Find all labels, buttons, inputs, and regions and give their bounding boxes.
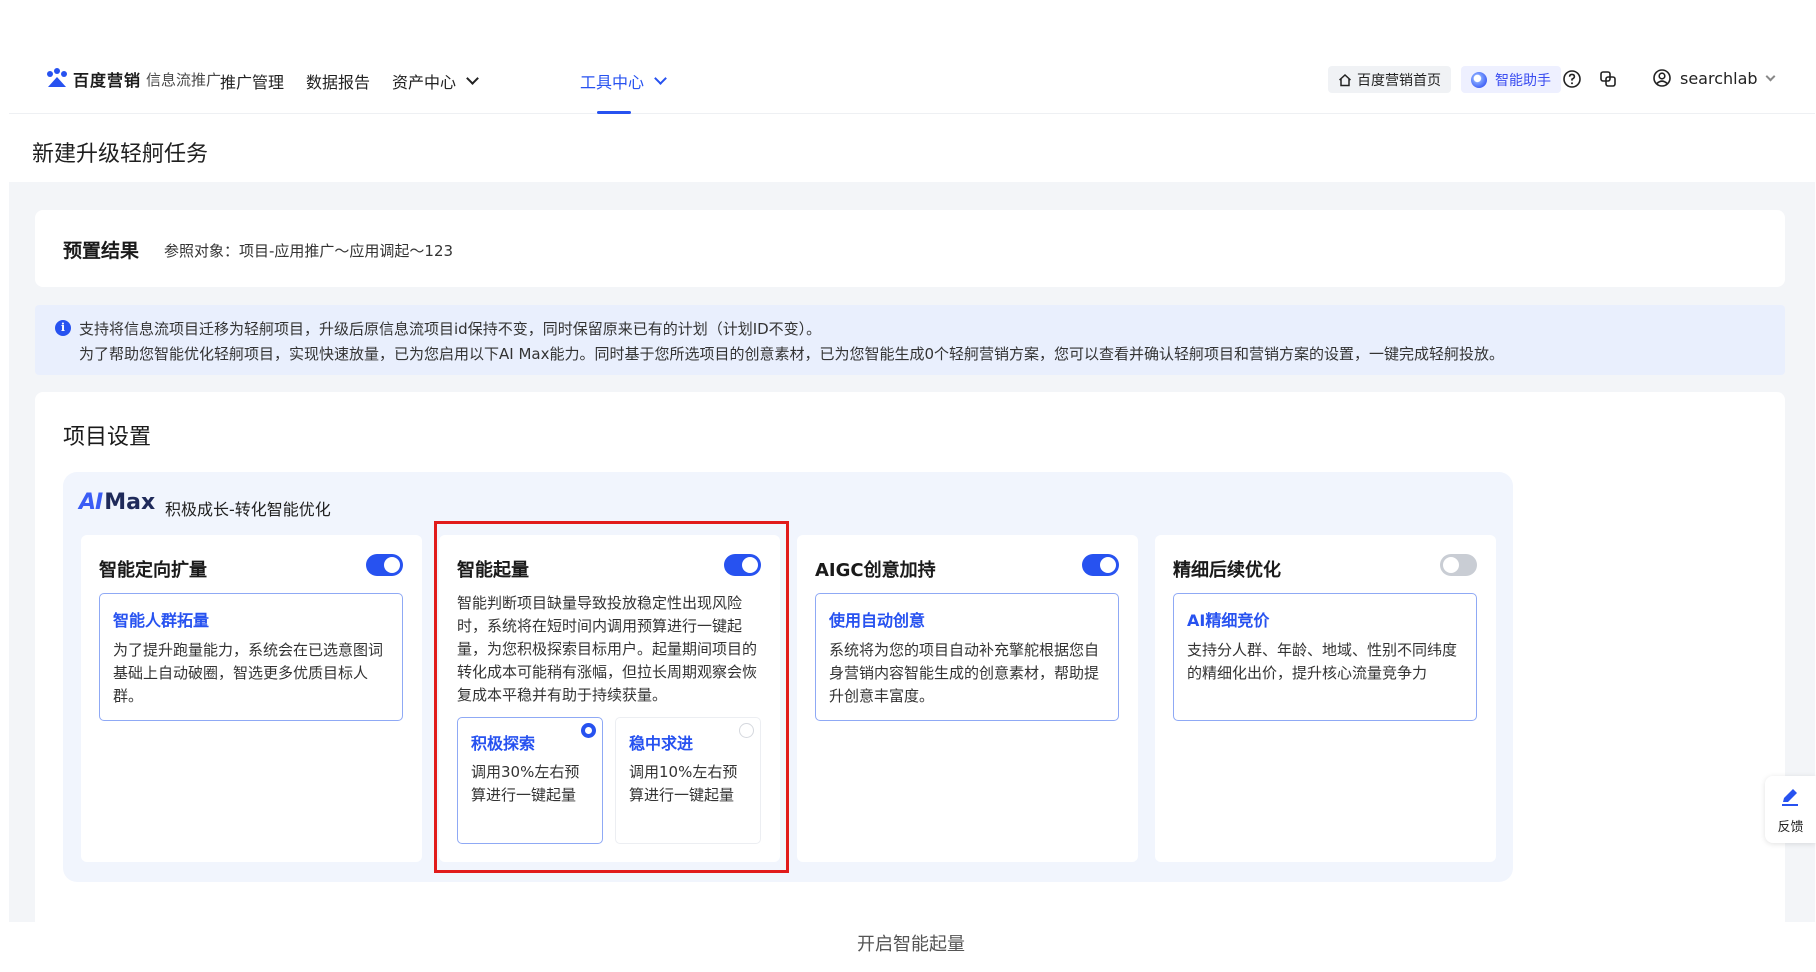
ai-max-logo: AI Max: [79, 490, 155, 515]
nav-item-label: 资产中心: [392, 73, 457, 92]
chevron-down-icon: [654, 72, 667, 85]
logo-brand-text: 百度营销: [73, 71, 142, 90]
assistant-orb-icon: [1471, 71, 1487, 88]
fine-optimization-toggle[interactable]: [1440, 554, 1477, 576]
card-title: 精细后续优化: [1173, 560, 1281, 581]
ai-max-logo-max: Max: [104, 490, 156, 515]
card-title: 智能定向扩量: [99, 560, 207, 581]
info-banner: i 支持将信息流项目迁移为轻舸项目，升级后原信息流项目id保持不变，同时保留原来…: [35, 305, 1785, 375]
banner-line-1: 支持将信息流项目迁移为轻舸项目，升级后原信息流项目id保持不变，同时保留原来已有…: [79, 320, 822, 338]
baidu-marketing-home-button[interactable]: 百度营销首页: [1328, 66, 1451, 93]
nav-item-label: 工具中心: [580, 73, 645, 92]
smart-assistant-button[interactable]: 智能助手: [1461, 66, 1561, 93]
feedback-label: 反馈: [1777, 820, 1804, 835]
user-menu[interactable]: searchlab: [1652, 68, 1776, 88]
page-header: 新建升级轻舸任务: [9, 114, 1815, 182]
nav-item-promotion-management[interactable]: 推广管理: [220, 69, 284, 93]
aigc-creative-toggle[interactable]: [1082, 554, 1119, 576]
logo-mark-icon: [47, 68, 67, 87]
card-aigc-creative: AIGC创意加持 使用自动创意 系统将为您的项目自动补充擎舵根据您自身营销内容智…: [797, 535, 1138, 862]
home-icon: [1338, 73, 1352, 86]
feature-title: AI精细竞价: [1187, 611, 1270, 630]
nav-item-tool-center[interactable]: 工具中心: [580, 69, 667, 93]
project-settings-title: 项目设置: [63, 425, 152, 450]
nav-item-data-report[interactable]: 数据报告: [306, 69, 370, 93]
username: searchlab: [1680, 68, 1758, 88]
preset-reference-text: 参照对象：项目-应用推广～应用调起～123: [164, 242, 454, 260]
card-fine-optimization: 精细后续优化 AI精细竞价 支持分人群、年龄、地域、性别不同纬度的精细化出价，提…: [1155, 535, 1496, 862]
banner-line-2: 为了帮助您智能优化轻舸项目，实现快速放量，已为您启用以下AI Max能力。同时基…: [79, 345, 1505, 363]
pen-icon: [1782, 789, 1798, 806]
copy-icon[interactable]: [1598, 69, 1618, 89]
feature-description: 系统将为您的项目自动补充擎舵根据您自身营销内容智能生成的创意素材，帮助提升创意丰…: [829, 641, 1100, 705]
ai-max-subtitle: 积极成长-转化智能优化: [165, 500, 331, 519]
smart-targeting-toggle[interactable]: [366, 554, 403, 576]
top-navigation-bar: 百度营销 信息流推广 推广管理 数据报告 资产中心 工具中心 百度营销首页 智能…: [9, 47, 1815, 114]
preset-result-title: 预置结果: [63, 240, 140, 262]
nav-item-label: 数据报告: [306, 73, 371, 92]
user-avatar-icon: [1653, 69, 1671, 87]
chevron-down-icon: [1765, 71, 1776, 81]
ai-max-logo-ai: AI: [79, 490, 103, 515]
feature-box: 使用自动创意 系统将为您的项目自动补充擎舵根据您自身营销内容智能生成的创意素材，…: [815, 593, 1119, 721]
preset-result-card: 预置结果 参照对象：项目-应用推广～应用调起～123: [35, 210, 1785, 287]
feature-description: 为了提升跑量能力，系统会在已选意图词基础上自动破圈，智选更多优质目标人群。: [113, 641, 384, 705]
info-icon: i: [55, 320, 71, 336]
nav-item-asset-center[interactable]: 资产中心: [392, 69, 479, 93]
page-title: 新建升级轻舸任务: [32, 142, 209, 167]
assistant-button-label: 智能助手: [1495, 72, 1551, 89]
logo-product-text: 信息流推广: [146, 70, 222, 89]
help-icon[interactable]: [1562, 69, 1582, 89]
feature-title: 使用自动创意: [829, 611, 926, 630]
card-title: AIGC创意加持: [815, 560, 936, 581]
feedback-button[interactable]: 反馈: [1765, 776, 1816, 843]
nav-item-label: 推广管理: [220, 73, 285, 92]
card-smart-targeting-expansion: 智能定向扩量 智能人群拓量 为了提升跑量能力，系统会在已选意图词基础上自动破圈，…: [81, 535, 422, 862]
baidu-marketing-logo[interactable]: 百度营销 信息流推广: [44, 66, 221, 92]
home-button-label: 百度营销首页: [1357, 72, 1441, 89]
chevron-down-icon: [466, 72, 479, 85]
screenshot-caption: 开启智能起量: [857, 934, 965, 955]
highlight-box: [434, 521, 789, 873]
feature-description: 支持分人群、年龄、地域、性别不同纬度的精细化出价，提升核心流量竞争力: [1187, 641, 1458, 682]
feature-box: 智能人群拓量 为了提升跑量能力，系统会在已选意图词基础上自动破圈，智选更多优质目…: [99, 593, 403, 721]
feature-title: 智能人群拓量: [113, 611, 210, 630]
feature-box: AI精细竞价 支持分人群、年龄、地域、性别不同纬度的精细化出价，提升核心流量竞争…: [1173, 593, 1477, 721]
